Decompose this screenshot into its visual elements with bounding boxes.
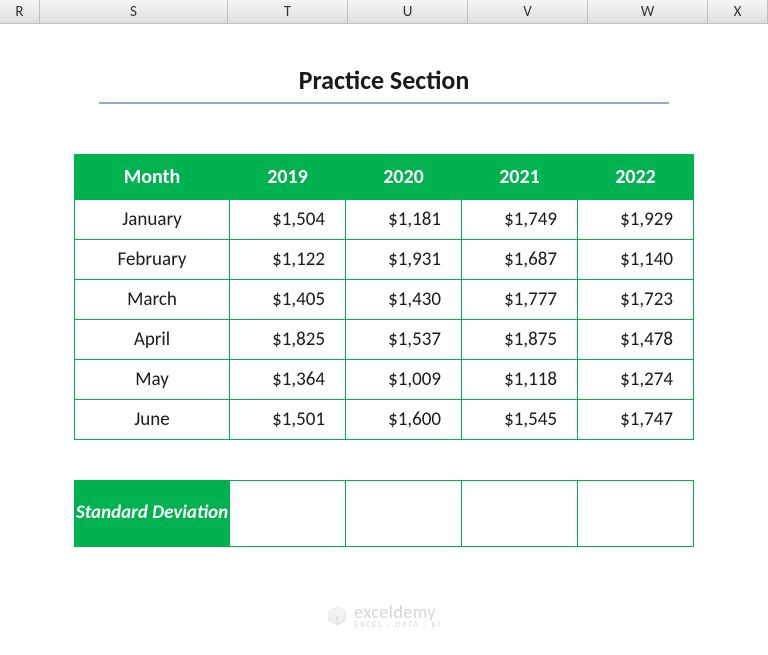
table-row: February $1,122 $1,931 $1,687 $1,140 — [75, 240, 694, 280]
column-header[interactable]: S — [40, 0, 228, 23]
value-cell[interactable]: $1,723 — [578, 280, 694, 320]
value-cell[interactable]: $1,777 — [462, 280, 578, 320]
stddev-table: Standard Deviation — [74, 480, 694, 547]
value-cell[interactable]: $1,140 — [578, 240, 694, 280]
column-header[interactable]: R — [0, 0, 40, 23]
value-cell[interactable]: $1,009 — [346, 360, 462, 400]
value-cell[interactable]: $1,364 — [230, 360, 346, 400]
value-cell[interactable]: $1,430 — [346, 280, 462, 320]
column-header[interactable]: X — [708, 0, 768, 23]
month-cell[interactable]: March — [75, 280, 230, 320]
month-cell[interactable]: January — [75, 200, 230, 240]
table-row: May $1,364 $1,009 $1,118 $1,274 — [75, 360, 694, 400]
column-header[interactable]: V — [468, 0, 588, 23]
stddev-label[interactable]: Standard Deviation — [75, 481, 230, 547]
month-cell[interactable]: May — [75, 360, 230, 400]
month-cell[interactable]: April — [75, 320, 230, 360]
value-cell[interactable]: $1,274 — [578, 360, 694, 400]
stddev-cell[interactable] — [230, 481, 346, 547]
header-month[interactable]: Month — [75, 155, 230, 200]
value-cell[interactable]: $1,600 — [346, 400, 462, 440]
table-row: June $1,501 $1,600 $1,545 $1,747 — [75, 400, 694, 440]
value-cell[interactable]: $1,929 — [578, 200, 694, 240]
value-cell[interactable]: $1,118 — [462, 360, 578, 400]
title-underline — [99, 102, 669, 104]
stddev-cell[interactable] — [346, 481, 462, 547]
table-row: March $1,405 $1,430 $1,777 $1,723 — [75, 280, 694, 320]
column-header[interactable]: U — [348, 0, 468, 23]
value-cell[interactable]: $1,504 — [230, 200, 346, 240]
value-cell[interactable]: $1,181 — [346, 200, 462, 240]
title-section: Practice Section — [70, 64, 698, 104]
header-2019[interactable]: 2019 — [230, 155, 346, 200]
value-cell[interactable]: $1,545 — [462, 400, 578, 440]
table-row: April $1,825 $1,537 $1,875 $1,478 — [75, 320, 694, 360]
value-cell[interactable]: $1,875 — [462, 320, 578, 360]
stddev-cell[interactable] — [462, 481, 578, 547]
header-2022[interactable]: 2022 — [578, 155, 694, 200]
data-table: Month 2019 2020 2021 2022 January $1,504… — [74, 154, 694, 440]
header-2021[interactable]: 2021 — [462, 155, 578, 200]
value-cell[interactable]: $1,537 — [346, 320, 462, 360]
value-cell[interactable]: $1,747 — [578, 400, 694, 440]
value-cell[interactable]: $1,405 — [230, 280, 346, 320]
column-header[interactable]: W — [588, 0, 708, 23]
header-2020[interactable]: 2020 — [346, 155, 462, 200]
column-header[interactable]: T — [228, 0, 348, 23]
page-title: Practice Section — [70, 64, 698, 102]
stddev-cell[interactable] — [578, 481, 694, 547]
value-cell[interactable]: $1,749 — [462, 200, 578, 240]
value-cell[interactable]: $1,931 — [346, 240, 462, 280]
cube-icon — [326, 605, 348, 627]
watermark: exceldemy EXCEL · DATA · BI — [326, 601, 442, 630]
stddev-row: Standard Deviation — [75, 481, 694, 547]
value-cell[interactable]: $1,478 — [578, 320, 694, 360]
column-headers-row: R S T U V W X — [0, 0, 768, 24]
table-row: January $1,504 $1,181 $1,749 $1,929 — [75, 200, 694, 240]
watermark-tagline: EXCEL · DATA · BI — [354, 620, 442, 630]
value-cell[interactable]: $1,501 — [230, 400, 346, 440]
value-cell[interactable]: $1,825 — [230, 320, 346, 360]
value-cell[interactable]: $1,122 — [230, 240, 346, 280]
value-cell[interactable]: $1,687 — [462, 240, 578, 280]
month-cell[interactable]: February — [75, 240, 230, 280]
table-header-row: Month 2019 2020 2021 2022 — [75, 155, 694, 200]
month-cell[interactable]: June — [75, 400, 230, 440]
